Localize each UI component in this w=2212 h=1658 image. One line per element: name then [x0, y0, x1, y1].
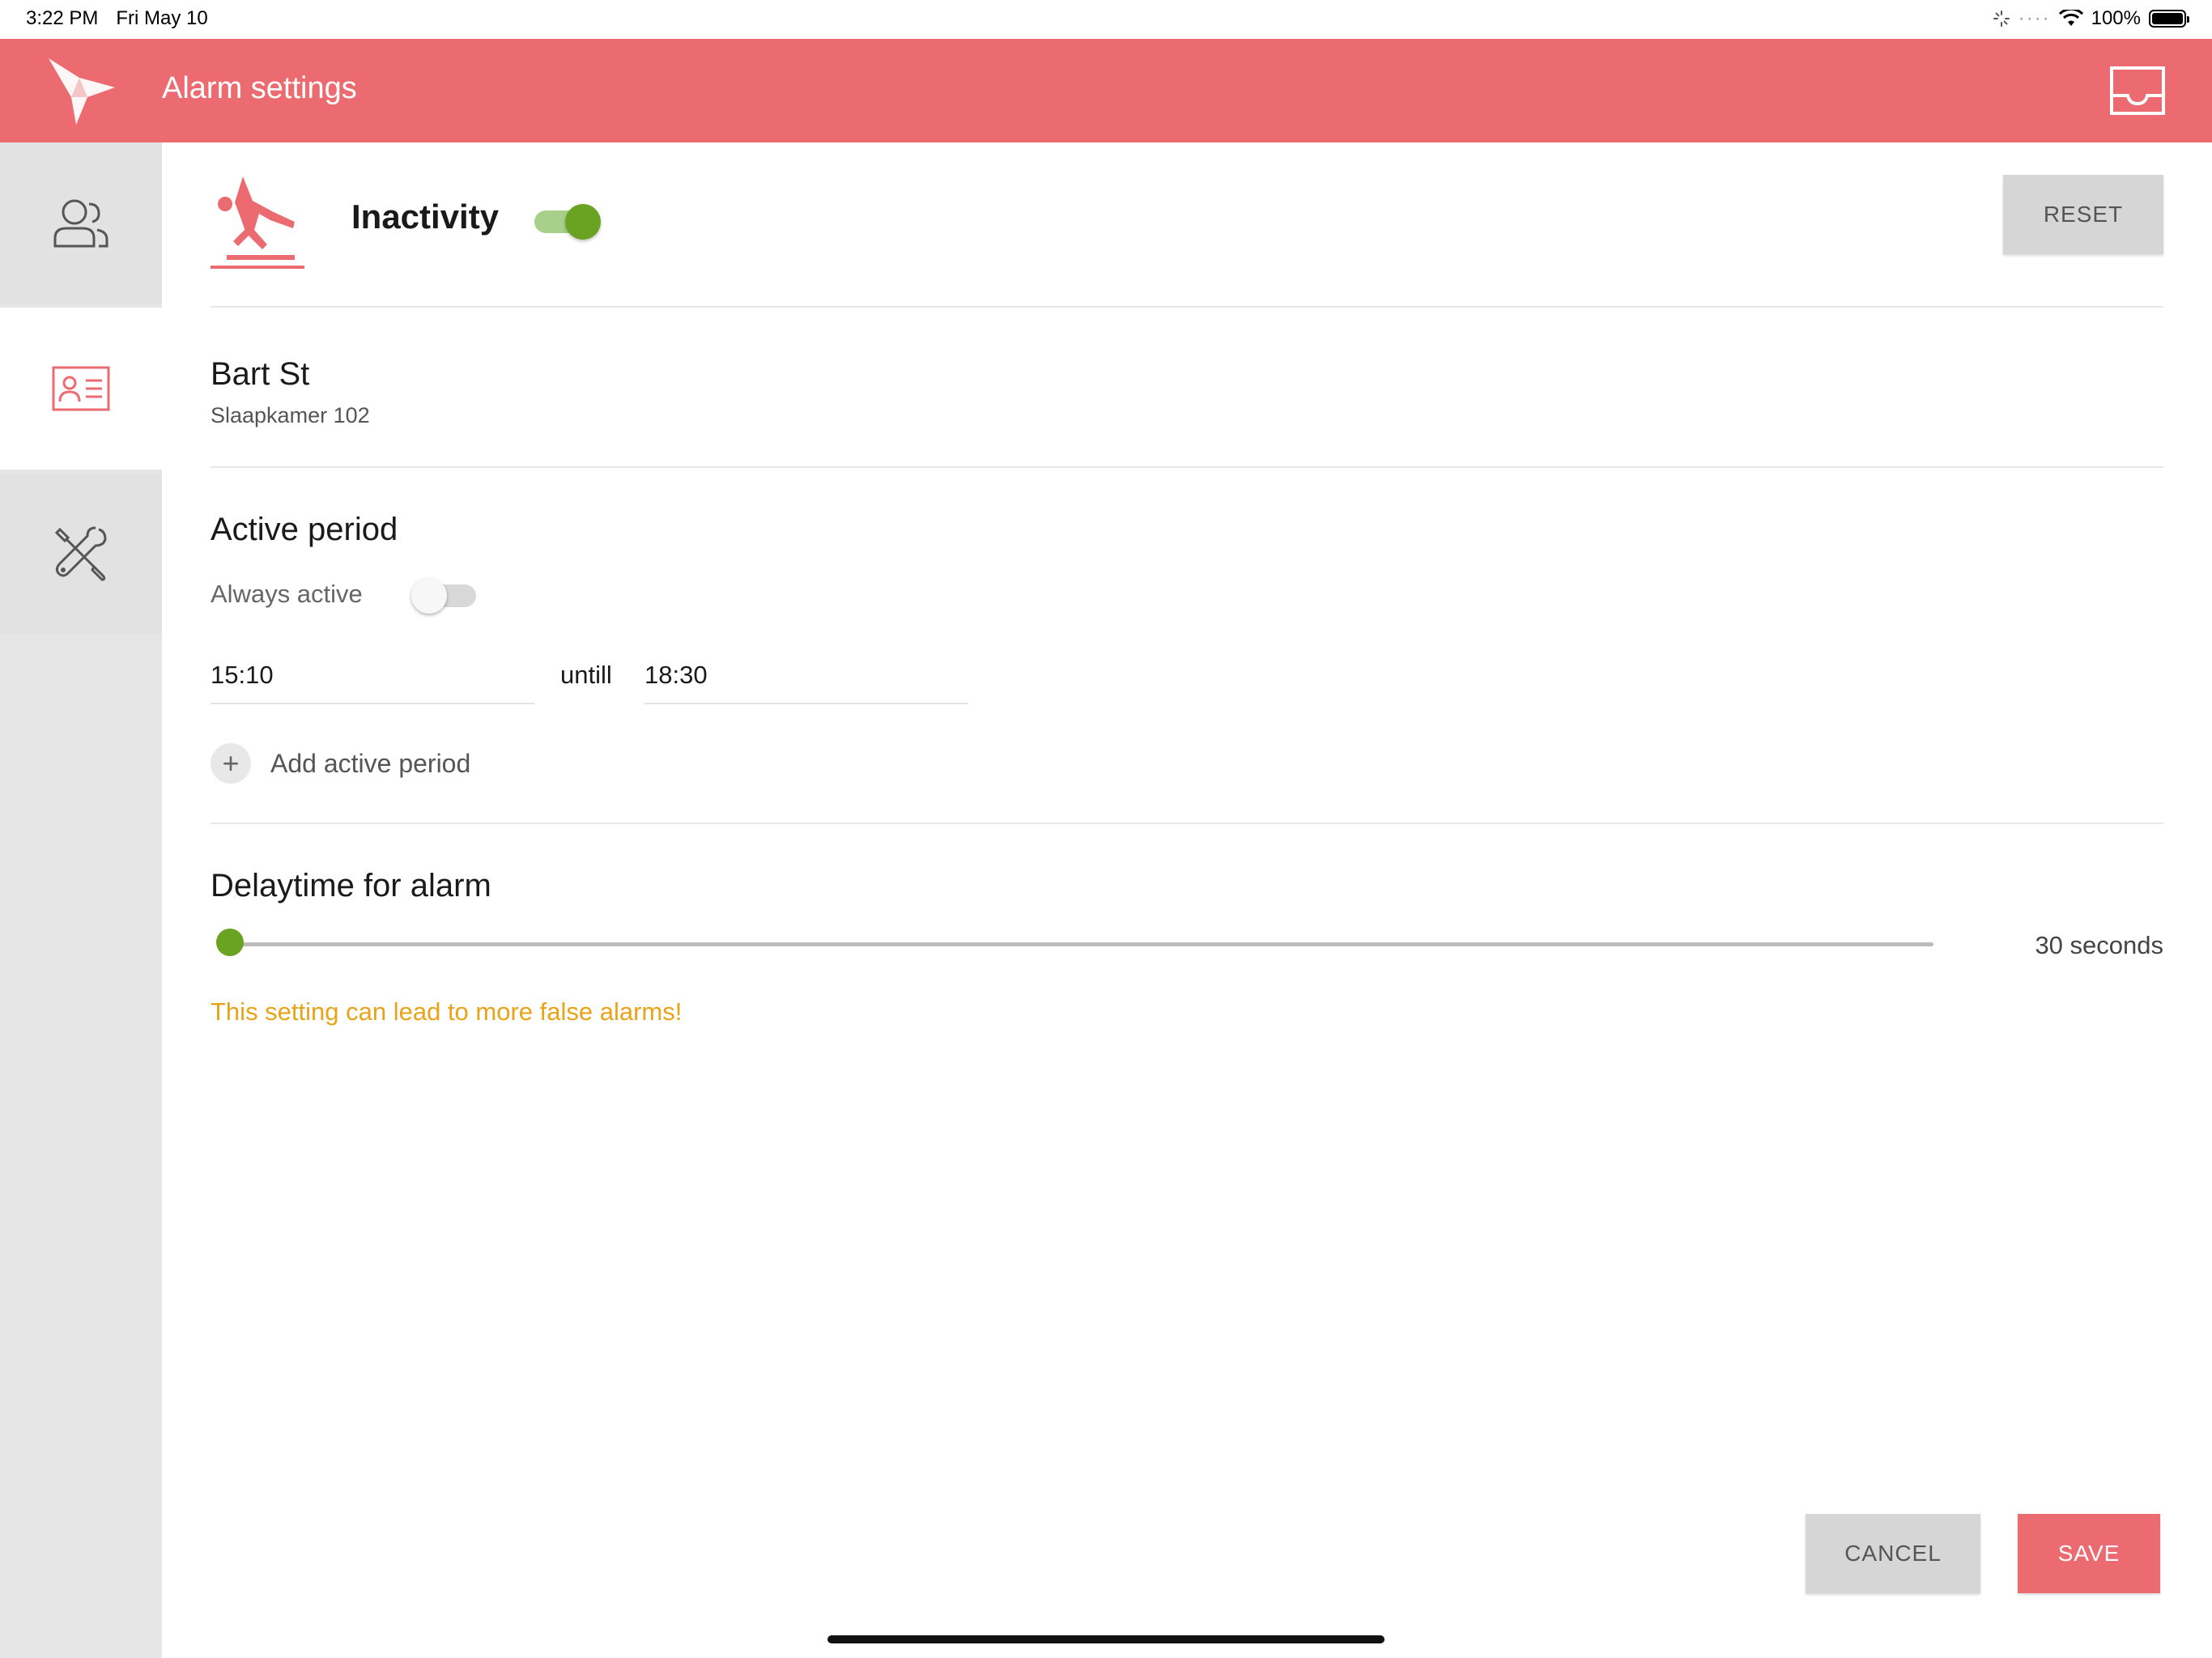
always-active-label: Always active [211, 580, 363, 608]
inbox-icon[interactable] [2105, 58, 2170, 123]
alarm-enabled-toggle[interactable] [534, 204, 601, 240]
users-icon [53, 199, 108, 248]
cancel-button[interactable]: CANCEL [1806, 1514, 1980, 1593]
add-active-period-label: Add active period [270, 748, 471, 778]
status-time: 3:22 PM [26, 7, 99, 29]
always-active-toggle[interactable] [411, 578, 476, 614]
alarm-name: Inactivity [351, 198, 500, 236]
add-active-period-button[interactable]: + Add active period [211, 743, 470, 784]
delay-slider-track[interactable] [230, 942, 1933, 946]
sidebar-item-tools[interactable] [0, 473, 162, 635]
sidebar-item-users[interactable] [0, 142, 162, 304]
battery-percent: 100% [2091, 7, 2141, 29]
reset-button[interactable]: RESET [2003, 175, 2163, 254]
delay-section: Delaytime for alarm 30 seconds This sett… [211, 824, 2163, 1067]
person-info: Bart St Slaapkamer 102 [211, 308, 2163, 468]
alarm-header: Inactivity RESET [211, 142, 2163, 308]
wifi-icon [2058, 10, 2083, 26]
toggle-knob [411, 578, 447, 614]
delay-slider-handle[interactable] [216, 929, 244, 956]
delay-title: Delaytime for alarm [211, 868, 491, 903]
bird-logo-icon [49, 58, 115, 125]
toggle-knob [565, 204, 601, 240]
status-date: Fri May 10 [116, 7, 208, 29]
home-indicator[interactable] [827, 1635, 1385, 1643]
sidebar [0, 142, 162, 1658]
delay-value: 30 seconds [2035, 931, 2163, 959]
status-bar: 3:22 PM Fri May 10 ···· 100% [0, 0, 2212, 39]
period-start-input[interactable]: 15:10 [211, 656, 534, 704]
profile-card-icon [52, 366, 110, 411]
tools-icon [54, 526, 107, 581]
sidebar-item-profile[interactable] [0, 308, 162, 470]
save-button[interactable]: SAVE [2018, 1514, 2160, 1593]
until-label: untill [560, 661, 612, 689]
battery-icon [2149, 10, 2189, 28]
active-period-section: Active period Always active 15:10 untill… [211, 468, 2163, 824]
person-name: Bart St [211, 356, 310, 392]
loading-icon [1993, 11, 2010, 27]
active-period-title: Active period [211, 512, 398, 547]
period-end-input[interactable]: 18:30 [644, 656, 968, 704]
app-bar: Alarm settings [0, 39, 2212, 142]
false-alarm-warning: This setting can lead to more false alar… [211, 997, 683, 1026]
falling-person-icon [218, 176, 295, 260]
main-content: Inactivity RESET Bart St Slaapkamer 102 … [211, 142, 2163, 1067]
cellular-dots-icon: ···· [2018, 7, 2051, 29]
page-title: Alarm settings [162, 71, 357, 105]
plus-icon: + [211, 743, 251, 784]
person-room: Slaapkamer 102 [211, 403, 370, 427]
alarm-type-tab[interactable] [211, 172, 304, 269]
